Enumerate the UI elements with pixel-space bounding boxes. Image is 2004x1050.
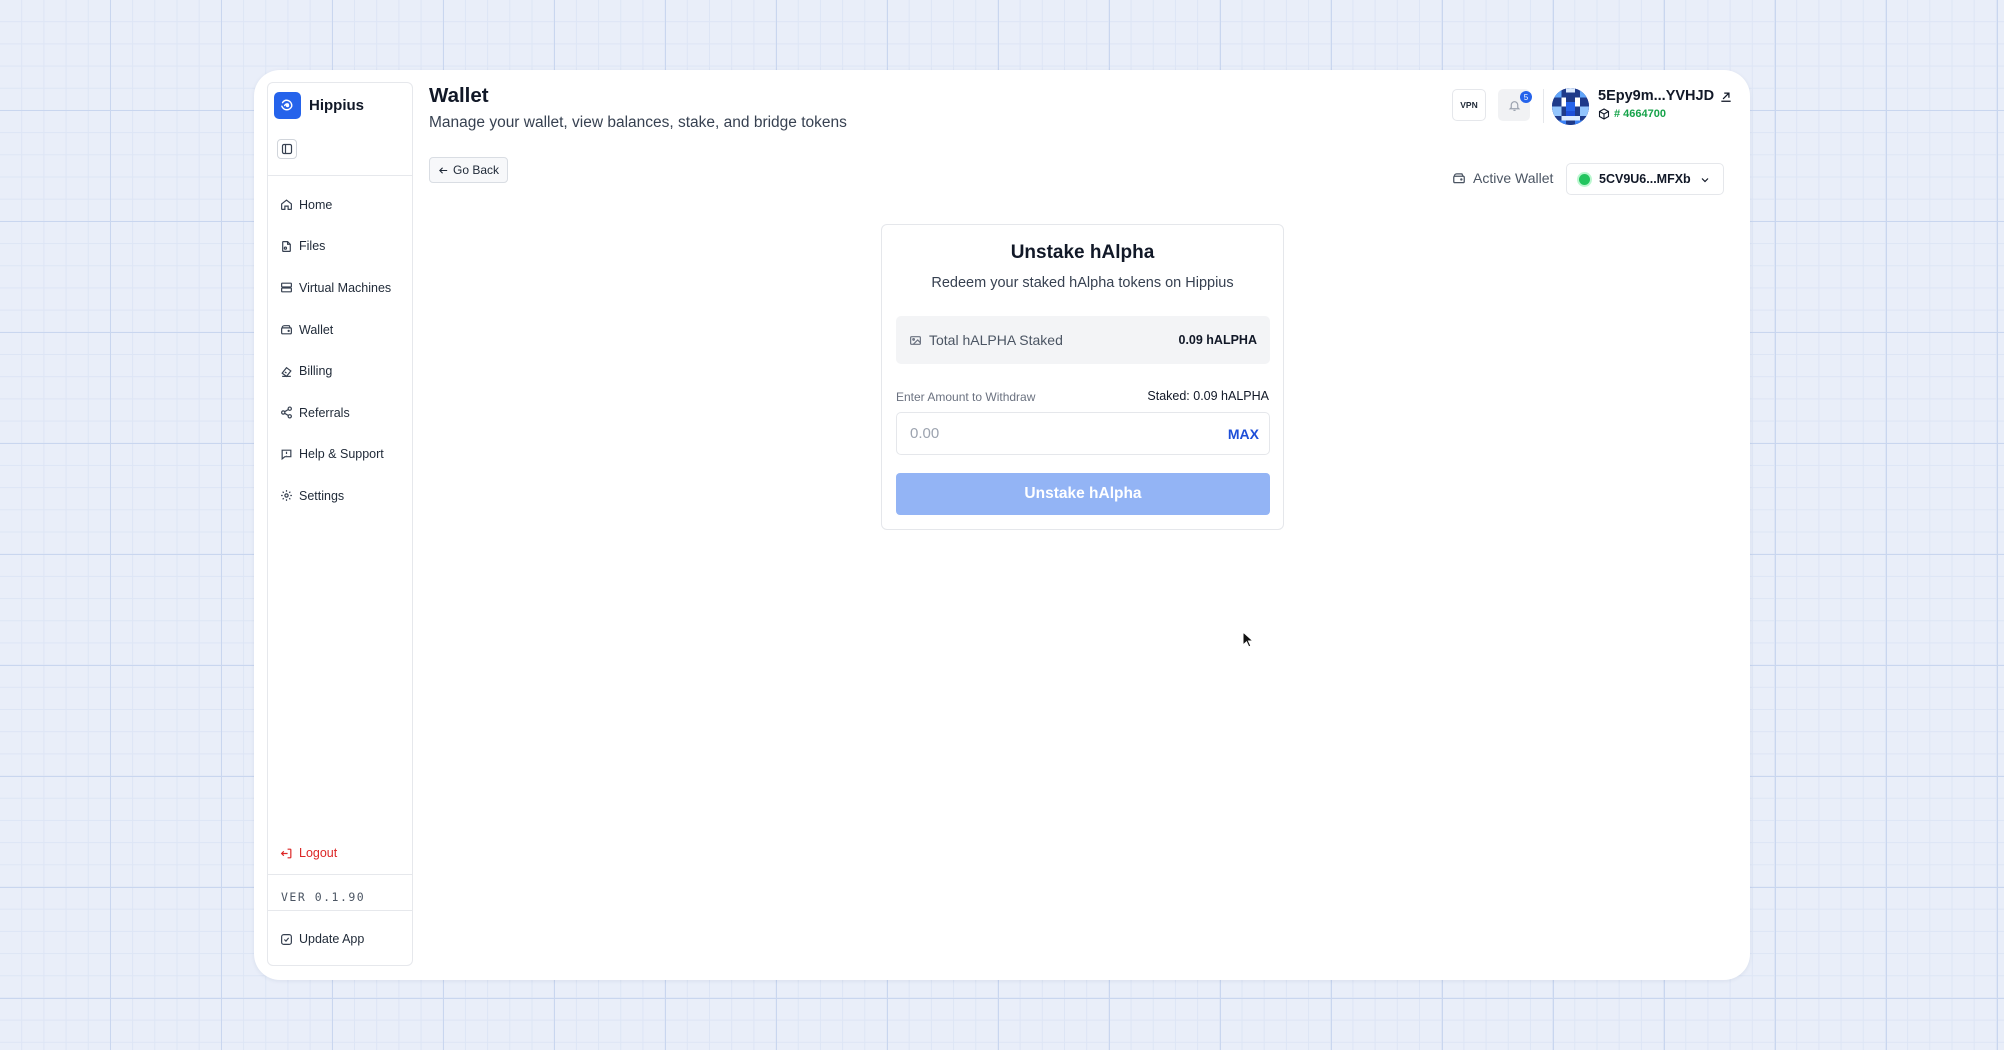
sidebar-item-virtual-machines[interactable]: Virtual Machines: [268, 267, 412, 309]
app-window: Hippius Home Files Virtual Machines Wall…: [254, 70, 1750, 980]
update-app-label: Update App: [299, 932, 365, 946]
amount-field: MAX: [896, 412, 1270, 455]
sidebar-item-label: Virtual Machines: [299, 280, 392, 295]
brand-name: Hippius: [309, 96, 364, 114]
cube-icon: [1598, 108, 1610, 120]
sidebar-item-settings[interactable]: Settings: [268, 475, 412, 517]
sidebar-divider: [268, 874, 412, 875]
external-link-icon: [1721, 92, 1731, 102]
sidebar-toggle-icon: [281, 143, 293, 155]
active-wallet-label: Active Wallet: [1452, 170, 1553, 186]
arrow-left-icon: [439, 166, 448, 174]
active-wallet-select[interactable]: 5CV9U6...MFXb: [1566, 163, 1724, 195]
active-wallet-text: Active Wallet: [1473, 170, 1554, 186]
unstake-button[interactable]: Unstake hAlpha: [896, 473, 1270, 515]
sidebar-item-label: Help & Support: [299, 447, 384, 462]
unstake-title: Unstake hAlpha: [1010, 242, 1155, 263]
sidebar-item-wallet[interactable]: Wallet: [268, 309, 412, 351]
amount-label: Enter Amount to Withdraw: [896, 390, 1036, 404]
sidebar-divider: [268, 175, 412, 176]
sidebar-item-label: Files: [299, 239, 326, 254]
logout-label: Logout: [299, 846, 338, 860]
sidebar-item-referrals[interactable]: Referrals: [268, 392, 412, 434]
unstake-subtitle: Redeem your staked hAlpha tokens on Hipp…: [931, 275, 1234, 291]
sidebar-item-label: Settings: [299, 488, 345, 503]
brand[interactable]: Hippius: [274, 91, 364, 119]
page-title: Wallet: [429, 84, 489, 107]
wallet-icon: [281, 325, 292, 335]
sidebar-item-files[interactable]: Files: [268, 226, 412, 268]
go-back-button[interactable]: Go Back: [429, 157, 509, 183]
logout-icon: [280, 848, 292, 858]
status-online-dot: [1579, 173, 1590, 185]
logout-button[interactable]: Logout: [280, 846, 337, 860]
sidebar-collapse-button[interactable]: [277, 139, 297, 159]
update-app-button[interactable]: Update App: [280, 932, 364, 946]
sidebar-item-billing[interactable]: Billing: [268, 350, 412, 392]
gear-icon: [281, 490, 292, 502]
share-icon: [281, 406, 292, 419]
max-button[interactable]: MAX: [1228, 426, 1259, 442]
wallet-icon: [1453, 173, 1465, 184]
total-staked-label: Total hALPHA Staked: [929, 332, 1063, 348]
vpn-button[interactable]: VPN: [1452, 89, 1486, 121]
staked-balance: Staked: 0.09 hALPHA: [1147, 389, 1269, 403]
update-icon: [281, 933, 292, 945]
notification-count-badge: 5: [1520, 91, 1532, 103]
file-icon: [282, 240, 291, 252]
total-staked-value: 0.09 hALPHA: [1178, 333, 1258, 347]
sidebar-item-help-support[interactable]: Help & Support: [268, 434, 412, 476]
block-number: # 4664700: [1598, 108, 1666, 120]
sidebar-item-label: Wallet: [299, 322, 334, 337]
sidebar-item-label: Billing: [299, 364, 333, 379]
help-icon: [281, 449, 292, 460]
active-wallet-address: 5CV9U6...MFXb: [1599, 172, 1691, 186]
header-divider: [1543, 89, 1544, 123]
sidebar-nav: Home Files Virtual Machines Wallet Billi…: [268, 184, 412, 517]
avatar[interactable]: [1552, 88, 1589, 125]
sidebar-item-home[interactable]: Home: [268, 184, 412, 226]
server-icon: [281, 283, 292, 293]
page-subtitle: Manage your wallet, view balances, stake…: [429, 114, 847, 131]
amount-input[interactable]: [910, 425, 1228, 442]
go-back-label: Go Back: [453, 163, 500, 177]
unstake-card: Unstake hAlpha Redeem your staked hAlpha…: [881, 224, 1284, 530]
home-icon: [281, 199, 292, 211]
notifications-button[interactable]: 5: [1498, 89, 1532, 121]
sidebar-divider: [268, 910, 412, 911]
block-number-value: # 4664700: [1614, 108, 1666, 120]
sidebar: Hippius Home Files Virtual Machines Wall…: [267, 82, 413, 966]
account-address: 5Epy9m...YVHJD: [1598, 88, 1715, 104]
sidebar-item-label: Home: [299, 197, 333, 212]
hippius-logo-icon: [274, 91, 301, 119]
billing-icon: [281, 366, 292, 377]
sidebar-item-label: Referrals: [299, 405, 350, 420]
total-staked-box: Total hALPHA Staked 0.09 hALPHA: [896, 316, 1270, 364]
image-icon: [910, 335, 921, 345]
bell-icon: [1508, 100, 1520, 111]
chevron-down-icon: [1701, 178, 1709, 183]
open-external-button[interactable]: [1719, 89, 1733, 108]
version-label: VER 0.1.90: [281, 890, 366, 904]
mouse-cursor-icon: [1242, 631, 1254, 648]
